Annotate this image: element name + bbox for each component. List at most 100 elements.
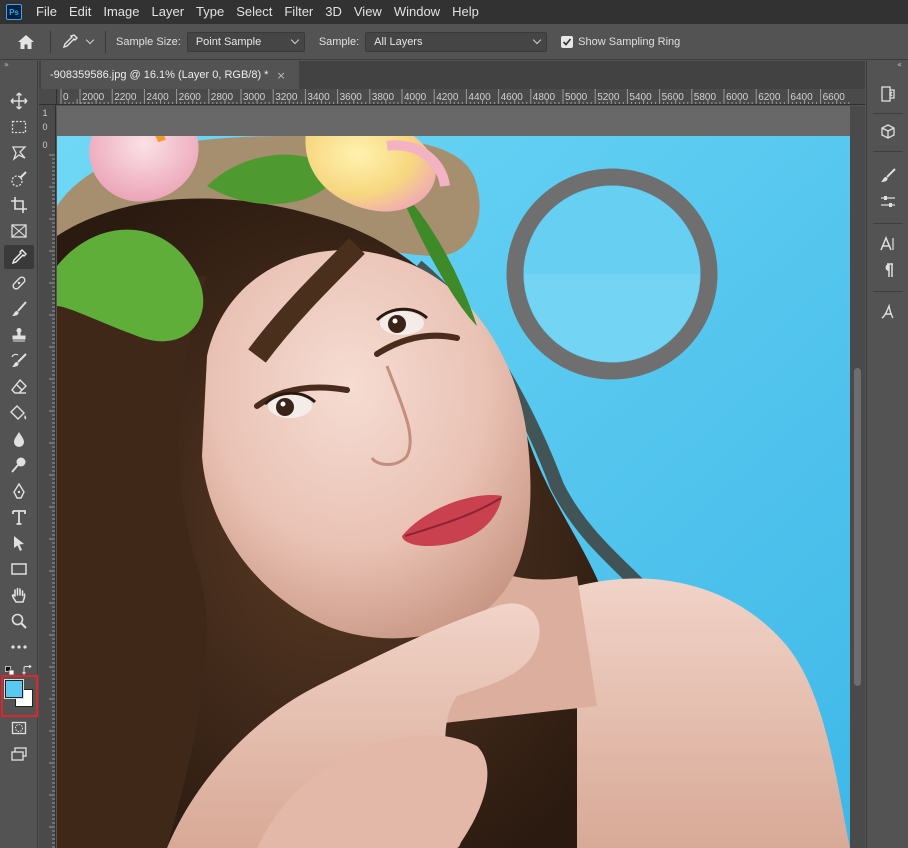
document-image[interactable] <box>57 106 850 848</box>
menu-image[interactable]: Image <box>97 0 145 24</box>
dock-separator <box>873 223 903 224</box>
ruler-label: 5000 <box>565 92 588 103</box>
brush-icon <box>12 301 27 316</box>
menu-type[interactable]: Type <box>190 0 230 24</box>
ruler-label: 6000 <box>726 92 749 103</box>
lasso-tool[interactable] <box>4 141 34 165</box>
blur-tool[interactable] <box>4 427 34 451</box>
sample-size-select[interactable]: Point Sample <box>186 31 305 52</box>
paint-bucket-tool[interactable] <box>4 401 34 425</box>
eyedropper-tool[interactable] <box>4 245 34 269</box>
sample-value: All Layers <box>374 35 423 48</box>
horizontal-ruler[interactable]: 0 2000 2200 2400 2600 2800 3000 3200 3400 3600 380… <box>57 89 865 105</box>
path-selection-tool[interactable] <box>4 531 34 555</box>
ruler-label: 3200 <box>275 92 298 103</box>
pen-icon <box>13 482 25 499</box>
hand-tool[interactable] <box>4 583 34 607</box>
history-panel-button[interactable] <box>877 83 899 105</box>
screen-mode-icon <box>11 747 27 761</box>
paragraph-panel-button[interactable] <box>877 259 899 281</box>
menu-help[interactable]: Help <box>446 0 485 24</box>
character-icon <box>880 236 894 251</box>
menu-select[interactable]: Select <box>230 0 278 24</box>
chevron-down-icon <box>532 35 542 45</box>
quick-mask-button[interactable] <box>4 716 34 740</box>
show-sampling-ring-checkbox[interactable] <box>561 35 574 48</box>
character-panel-button[interactable] <box>877 233 899 255</box>
sample-label: Sample: <box>318 35 360 48</box>
menu-edit[interactable]: Edit <box>63 0 97 24</box>
ruler-label: 6400 <box>790 92 813 103</box>
home-button[interactable] <box>12 28 40 56</box>
healing-brush-tool[interactable] <box>4 271 34 295</box>
sliders-icon <box>881 196 895 207</box>
screen-mode-button[interactable] <box>4 742 34 766</box>
tool-preset-picker[interactable] <box>61 30 95 54</box>
menu-filter[interactable]: Filter <box>278 0 319 24</box>
zoom-tool[interactable] <box>4 609 34 633</box>
quick-select-icon <box>11 171 27 187</box>
clone-stamp-tool[interactable] <box>4 323 34 347</box>
ruler-label: 5600 <box>662 92 685 103</box>
quick-select-tool[interactable] <box>4 167 34 191</box>
brush-tool[interactable] <box>4 297 34 321</box>
type-tool[interactable] <box>4 505 34 529</box>
brush-icon <box>881 168 896 182</box>
dodge-tool[interactable] <box>4 453 34 477</box>
cube-icon <box>881 124 895 139</box>
ruler-label: 0 <box>63 92 69 103</box>
pen-tool[interactable] <box>4 479 34 503</box>
brush-settings-button[interactable] <box>877 165 899 187</box>
collapse-chevrons-icon[interactable]: » <box>4 61 34 69</box>
options-separator <box>50 30 51 53</box>
sample-size-label: Sample Size: <box>116 35 181 48</box>
photo-content <box>57 136 850 848</box>
vertical-ruler[interactable]: 1 0 0 <box>39 105 56 848</box>
ruler-label: 3800 <box>372 92 395 103</box>
more-icon <box>11 645 27 649</box>
foreground-color-swatch[interactable] <box>4 679 24 699</box>
ruler-label: 4000 <box>404 92 427 103</box>
eraser-tool[interactable] <box>4 375 34 399</box>
sample-select[interactable]: All Layers <box>365 31 548 52</box>
rectangle-tool[interactable] <box>4 557 34 581</box>
ruler-label: 4400 <box>468 92 491 103</box>
document-tab[interactable]: -908359586.jpg @ 16.1% (Layer 0, RGB/8) … <box>41 61 299 89</box>
3d-panel-button[interactable] <box>877 121 899 143</box>
close-icon[interactable]: × <box>276 69 285 82</box>
ruler-label: 3000 <box>243 92 266 103</box>
healing-icon <box>12 276 26 290</box>
adjustments-button[interactable] <box>877 191 899 213</box>
collapse-chevrons-icon[interactable]: « <box>897 61 902 69</box>
history-brush-tool[interactable] <box>4 349 34 373</box>
glyphs-panel-button[interactable] <box>877 301 899 323</box>
menu-window[interactable]: Window <box>388 0 446 24</box>
ruler-label: 6200 <box>758 92 781 103</box>
menu-file[interactable]: File <box>30 0 63 24</box>
ruler-label: 2000 <box>82 92 105 103</box>
eyedropper-icon <box>11 249 27 265</box>
eraser-icon <box>11 378 27 394</box>
marquee-tool[interactable] <box>4 115 34 139</box>
options-separator <box>105 30 106 53</box>
menu-view[interactable]: View <box>348 0 388 24</box>
menu-3d[interactable]: 3D <box>319 0 348 24</box>
bucket-icon <box>10 405 27 420</box>
options-bar: Sample Size: Point Sample Sample: All La… <box>0 24 908 60</box>
scrollbar-thumb[interactable] <box>854 368 861 686</box>
move-tool[interactable] <box>4 89 34 113</box>
menu-layer[interactable]: Layer <box>146 0 191 24</box>
sample-size-value: Point Sample <box>195 35 262 48</box>
ruler-label: 2400 <box>146 92 169 103</box>
vertical-scrollbar[interactable] <box>850 106 865 848</box>
edit-toolbar-button[interactable] <box>4 635 34 659</box>
check-icon <box>563 37 572 46</box>
ruler-origin[interactable] <box>39 89 57 105</box>
menu-bar: Ps File Edit Image Layer Type Select Fil… <box>0 0 908 24</box>
paragraph-icon <box>885 263 893 277</box>
crop-tool[interactable] <box>4 193 34 217</box>
ruler-label: 2600 <box>179 92 202 103</box>
canvas-area[interactable] <box>57 106 850 848</box>
history-icon <box>881 86 895 102</box>
frame-tool[interactable] <box>4 219 34 243</box>
